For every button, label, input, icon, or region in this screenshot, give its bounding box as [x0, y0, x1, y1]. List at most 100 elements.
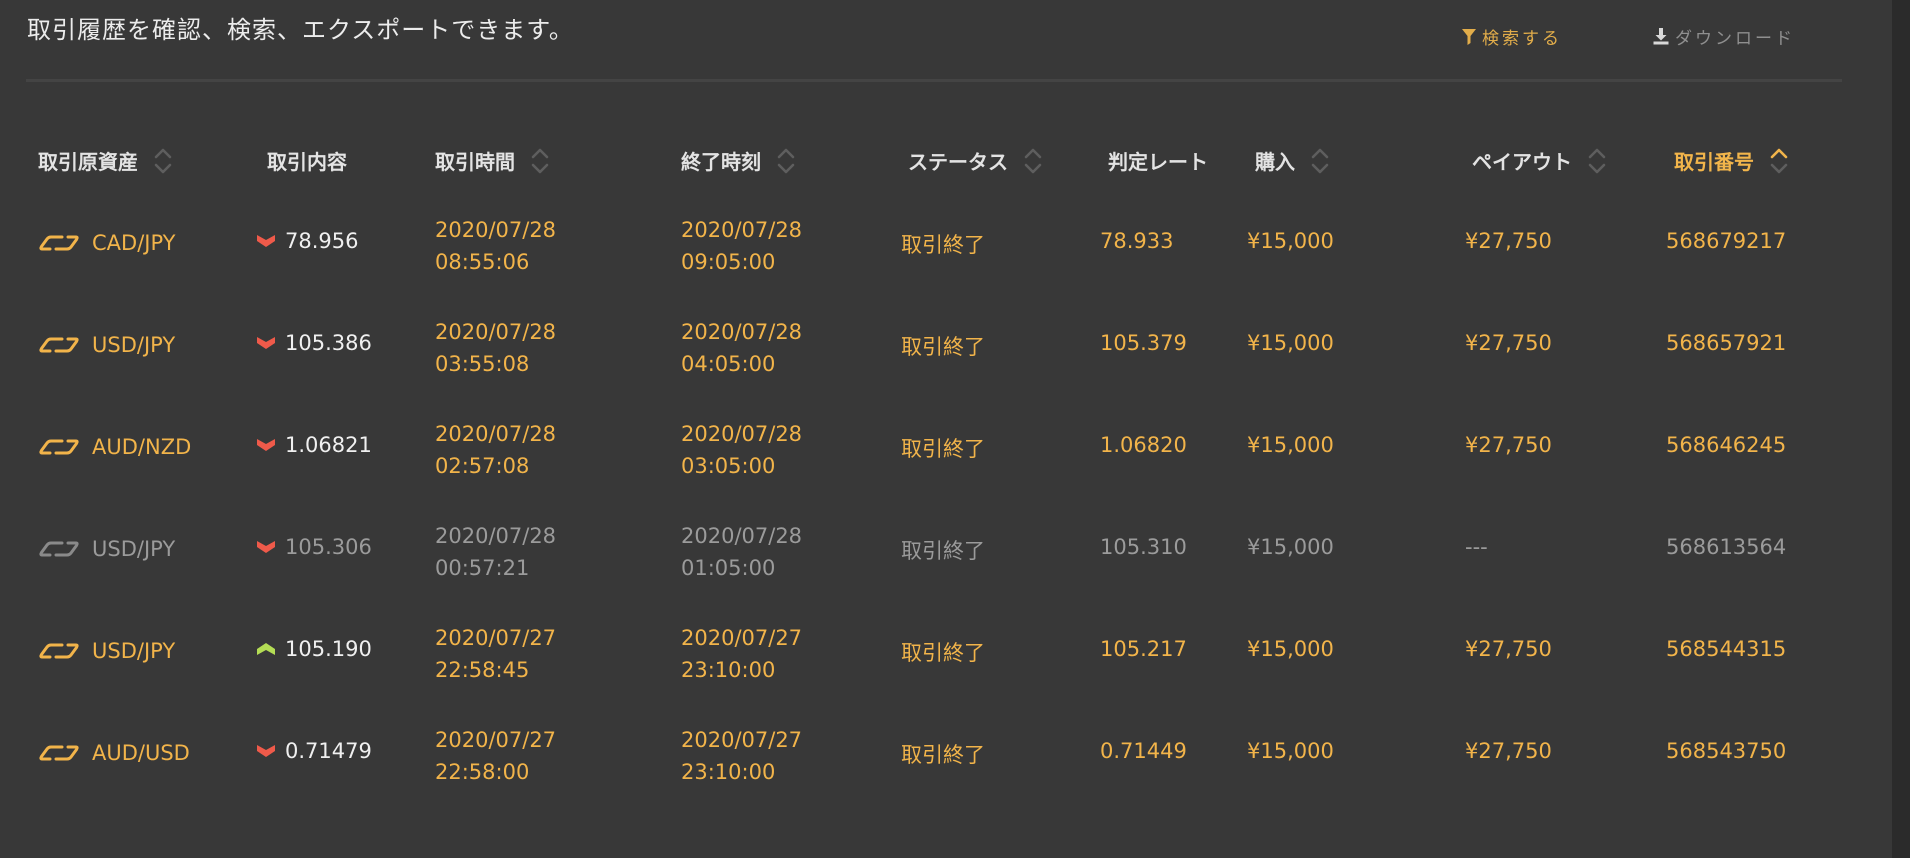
cell-status: 取引終了 [901, 743, 985, 767]
sort-icon[interactable] [1770, 147, 1788, 175]
cell-asset: USD/JPY [38, 637, 175, 665]
end-date: 2020/07/28 [681, 524, 803, 548]
cell-asset: USD/JPY [38, 331, 175, 359]
table-row[interactable]: AUD/NZD 1.06821 2020/07/28 02:57:08 2020/07/… [0, 396, 1890, 498]
entry-rate: 1.06821 [285, 433, 372, 457]
column-header-end-time[interactable]: 終了時刻 [681, 146, 795, 175]
cell-purchase: ¥15,000 [1247, 637, 1334, 661]
cell-purchase: ¥15,000 [1247, 739, 1334, 763]
cell-asset: USD/JPY [38, 535, 175, 563]
column-header-purchase[interactable]: 購入 [1255, 146, 1329, 175]
trade-date: 2020/07/27 [435, 626, 557, 650]
trade-date: 2020/07/28 [435, 524, 557, 548]
cell-judge-rate: 105.379 [1100, 331, 1187, 355]
cell-trade-no: 568646245 [1666, 433, 1787, 457]
cell-direction: 105.190 [257, 637, 372, 661]
trade-date: 2020/07/28 [435, 422, 557, 446]
arrow-down-icon [257, 745, 275, 757]
scrollbar-track[interactable] [1892, 0, 1910, 858]
cell-purchase: ¥15,000 [1247, 229, 1334, 253]
cell-trade-no: 568679217 [1666, 229, 1787, 253]
currency-exchange-icon [39, 745, 79, 761]
table-row[interactable]: AUD/USD 0.71479 2020/07/27 22:58:00 2020/07/… [0, 702, 1890, 804]
cell-trade-no: 568613564 [1666, 535, 1787, 559]
asset-label: AUD/USD [92, 741, 190, 765]
cell-end-time: 2020/07/27 23:10:00 [681, 724, 802, 788]
cell-trade-no: 568657921 [1666, 331, 1787, 355]
trade-time: 22:58:45 [435, 658, 530, 682]
column-header-trade-no[interactable]: 取引番号 [1674, 146, 1788, 175]
currency-exchange-icon [39, 643, 79, 659]
sort-icon[interactable] [1024, 147, 1042, 175]
column-header-status[interactable]: ステータス [908, 146, 1042, 175]
end-time: 23:10:00 [681, 658, 776, 682]
end-time: 23:10:00 [681, 760, 776, 784]
cell-asset: AUD/NZD [38, 433, 191, 461]
search-button[interactable]: 検索する [1462, 24, 1562, 49]
cell-trade-time: 2020/07/28 02:57:08 [435, 418, 556, 482]
cell-trade-time: 2020/07/27 22:58:45 [435, 622, 556, 686]
end-date: 2020/07/28 [681, 218, 803, 242]
cell-purchase: ¥15,000 [1247, 433, 1334, 457]
sort-icon[interactable] [154, 147, 172, 175]
end-time: 03:05:00 [681, 454, 776, 478]
cell-asset: AUD/USD [38, 739, 190, 767]
trade-time: 00:57:21 [435, 556, 530, 580]
cell-payout: ¥27,750 [1465, 433, 1552, 457]
cell-trade-no: 568543750 [1666, 739, 1787, 763]
currency-exchange-icon [39, 439, 79, 455]
asset-label: AUD/NZD [92, 435, 192, 459]
cell-trade-time: 2020/07/27 22:58:00 [435, 724, 556, 788]
end-date: 2020/07/28 [681, 422, 803, 446]
arrow-down-icon [257, 235, 275, 247]
page-description: 取引履歴を確認、検索、エクスポートできます。 [27, 16, 574, 44]
cell-status: 取引終了 [901, 641, 985, 665]
table-row[interactable]: USD/JPY 105.190 2020/07/27 22:58:45 2020/07/… [0, 600, 1890, 702]
entry-rate: 78.956 [285, 229, 359, 253]
download-button[interactable]: ダウンロード [1653, 24, 1795, 49]
column-header-label: 取引内容 [267, 150, 347, 174]
column-header-trade-time[interactable]: 取引時間 [435, 146, 549, 175]
column-header-label: 取引時間 [435, 150, 515, 174]
column-header-judge-rate: 判定レート [1108, 146, 1208, 175]
end-date: 2020/07/28 [681, 320, 803, 344]
cell-direction: 78.956 [257, 229, 358, 253]
cell-payout: ¥27,750 [1465, 229, 1552, 253]
table-row[interactable]: CAD/JPY 78.956 2020/07/28 08:55:06 2020/07/2… [0, 192, 1890, 294]
cell-judge-rate: 105.217 [1100, 637, 1187, 661]
cell-judge-rate: 0.71449 [1100, 739, 1187, 763]
cell-payout: ¥27,750 [1465, 739, 1552, 763]
column-header-asset[interactable]: 取引原資産 [38, 146, 172, 175]
cell-direction: 105.306 [257, 535, 372, 559]
end-time: 04:05:00 [681, 352, 776, 376]
table-row[interactable]: USD/JPY 105.306 2020/07/28 00:57:21 2020/07/… [0, 498, 1890, 600]
entry-rate: 105.306 [285, 535, 372, 559]
table-row[interactable]: USD/JPY 105.386 2020/07/28 03:55:08 2020/07/… [0, 294, 1890, 396]
cell-status: 取引終了 [901, 539, 985, 563]
arrow-down-icon [257, 439, 275, 451]
trade-time: 02:57:08 [435, 454, 530, 478]
end-date: 2020/07/27 [681, 728, 803, 752]
currency-exchange-icon [39, 235, 79, 251]
arrow-down-icon [257, 541, 275, 553]
entry-rate: 105.190 [285, 637, 372, 661]
trade-date: 2020/07/27 [435, 728, 557, 752]
column-header-label: ペイアウト [1472, 150, 1572, 174]
column-header-payout[interactable]: ペイアウト [1472, 146, 1606, 175]
cell-trade-time: 2020/07/28 03:55:08 [435, 316, 556, 380]
cell-end-time: 2020/07/28 03:05:00 [681, 418, 802, 482]
column-header-label: 取引原資産 [38, 150, 138, 174]
cell-status: 取引終了 [901, 233, 985, 257]
cell-end-time: 2020/07/28 01:05:00 [681, 520, 802, 584]
cell-trade-time: 2020/07/28 00:57:21 [435, 520, 556, 584]
cell-judge-rate: 78.933 [1100, 229, 1174, 253]
column-header-label: 購入 [1255, 150, 1295, 174]
end-date: 2020/07/27 [681, 626, 803, 650]
cell-purchase: ¥15,000 [1247, 331, 1334, 355]
sort-icon[interactable] [531, 147, 549, 175]
sort-icon[interactable] [1588, 147, 1606, 175]
sort-icon[interactable] [1311, 147, 1329, 175]
trade-date: 2020/07/28 [435, 218, 557, 242]
cell-judge-rate: 1.06820 [1100, 433, 1187, 457]
sort-icon[interactable] [777, 147, 795, 175]
